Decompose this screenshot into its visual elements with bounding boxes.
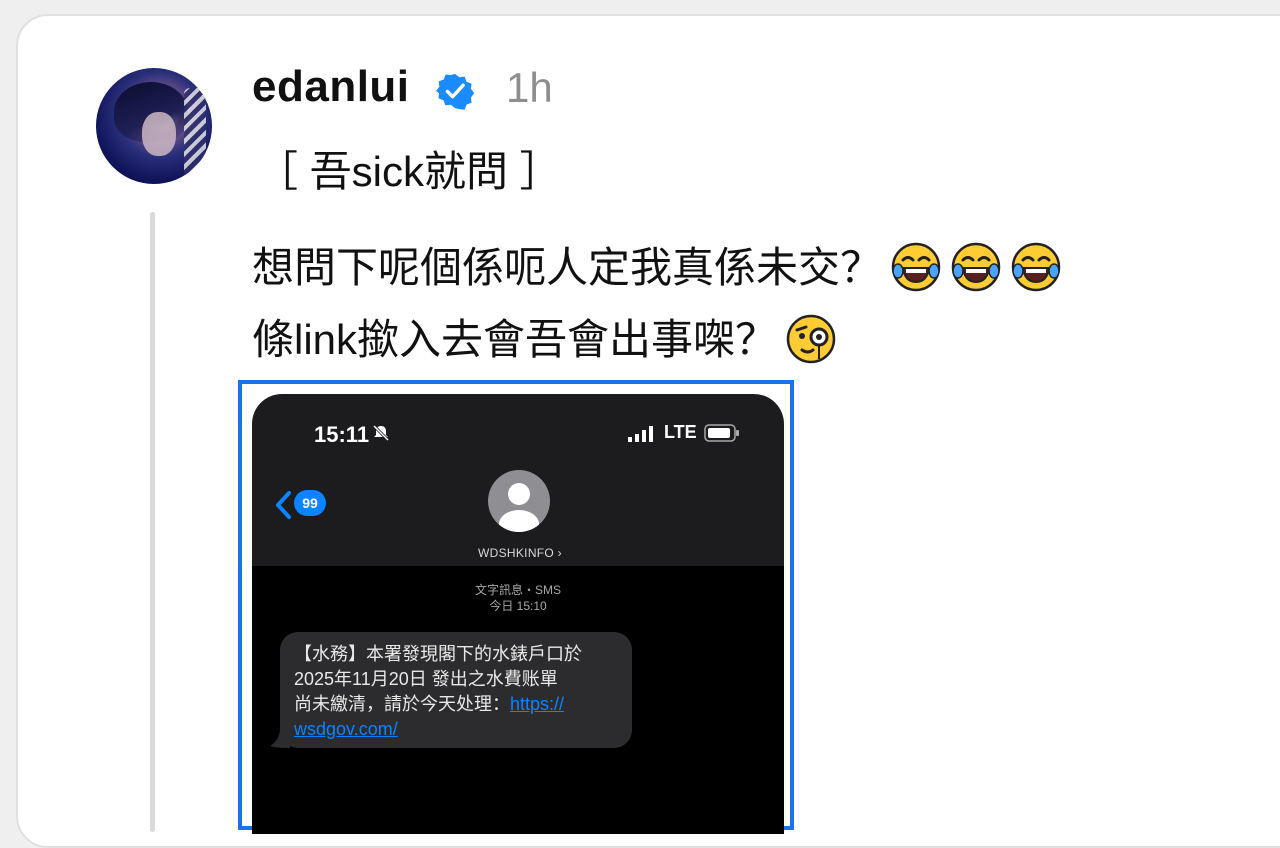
status-bar-time: 15:11 xyxy=(314,422,370,447)
post-body-line-2: 條link撳入去會吾會出事㗎？ xyxy=(252,306,837,369)
sms-link-part-2: wsdgov.com/ xyxy=(294,719,398,739)
post-body-text-1: 想問下呢個係呃人定我真係未交？ xyxy=(252,244,883,291)
post-tag-text: ［ 吾sick就問 ］ xyxy=(256,148,562,195)
sms-screenshot: 15:11 LTE 99 WDSHKINFO › 文字訊息・SMS 今日 15:… xyxy=(252,394,784,834)
sms-meta: 文字訊息・SMS 今日 15:10 xyxy=(252,582,784,614)
sms-link-part-1: https:// xyxy=(510,694,565,714)
attached-image[interactable]: 15:11 LTE 99 WDSHKINFO › 文字訊息・SMS 今日 15:… xyxy=(238,380,794,834)
sms-meta-type: 文字訊息・SMS xyxy=(474,583,561,597)
user-avatar[interactable] xyxy=(96,68,212,184)
face-with-tears-of-joy-icon xyxy=(891,242,941,292)
signal-strength-icon xyxy=(628,426,653,442)
battery-icon xyxy=(704,424,739,442)
contact-name: WDSHKINFO › xyxy=(478,546,562,560)
unread-count-badge: 99 xyxy=(294,490,326,516)
sms-meta-time: 今日 15:10 xyxy=(489,599,547,613)
face-with-monocle-icon xyxy=(786,314,836,364)
sms-bubble: 【水務】本署發現閣下的水錶戶口於 2025年11月20日 發出之水費账單 尚未繳… xyxy=(280,632,632,748)
network-type: LTE xyxy=(664,422,697,442)
thread-connector-line xyxy=(150,212,155,832)
silent-bell-icon xyxy=(372,424,390,442)
post-body-text-2: 條link撳入去會吾會出事㗎？ xyxy=(252,316,778,363)
sms-line-2: 2025年11月20日 發出之水費账單 xyxy=(294,669,558,689)
username-link[interactable]: edanlui xyxy=(252,62,410,112)
sms-line-4: wsdgov.com/ xyxy=(294,717,624,742)
sms-line-1: 【水務】本署發現閣下的水錶戶口於 xyxy=(294,644,582,664)
verified-badge-icon xyxy=(436,73,474,110)
back-chevron-icon xyxy=(276,491,291,519)
face-with-tears-of-joy-icon xyxy=(951,242,1001,292)
sms-line-3: 尚未繳清，請於今天处理：https:// xyxy=(294,694,565,714)
sms-text: 【水務】本署發現閣下的水錶戶口於 2025年11月20日 發出之水費账單 尚未繳… xyxy=(294,642,624,742)
post-body-line-1: 想問下呢個係呃人定我真係未交？ xyxy=(252,234,1062,297)
contact-avatar-icon xyxy=(488,470,550,532)
post-timestamp: 1h xyxy=(506,64,553,111)
face-with-tears-of-joy-icon xyxy=(1011,242,1061,292)
